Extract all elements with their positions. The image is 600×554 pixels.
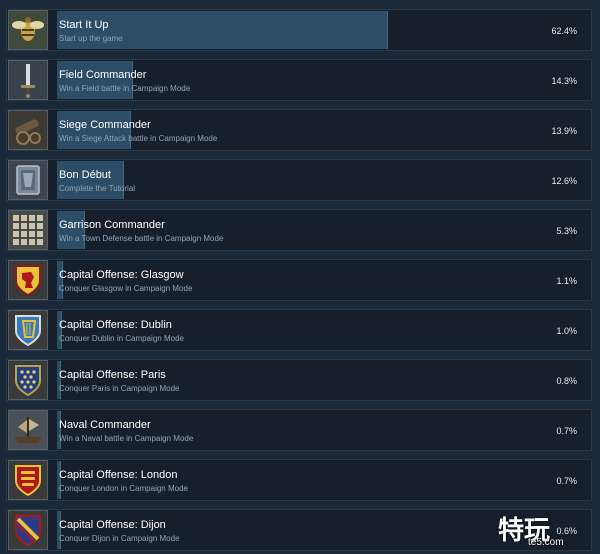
achievement-title: Start It Up — [59, 19, 109, 31]
achievement-description: Start up the game — [59, 34, 123, 43]
achievement-percent: 5.3% — [556, 226, 577, 236]
achievement-description: Conquer London in Campaign Mode — [59, 484, 188, 493]
achievement-description: Complete the Tutorial — [59, 184, 136, 193]
achievement-percent: 62.4% — [551, 26, 577, 36]
fortress-wall-icon — [8, 210, 48, 250]
achievement-row[interactable]: Field Commander Win a Field battle in Ca… — [6, 59, 592, 101]
achievement-title: Capital Offense: Dublin — [59, 319, 172, 331]
achievement-description: Win a Town Defense battle in Campaign Mo… — [59, 234, 224, 243]
achievement-row[interactable]: Capital Offense: Glasgow Conquer Glasgow… — [6, 259, 592, 301]
shield-icon — [8, 160, 48, 200]
achievement-title: Field Commander — [59, 69, 147, 81]
fleur-de-lis-crest-icon — [8, 360, 48, 400]
achievement-percent: 1.1% — [556, 276, 577, 286]
achievement-title: Siege Commander — [59, 119, 151, 131]
achievement-title: Capital Offense: Paris — [59, 369, 166, 381]
site-watermark: 特玩 te5.com — [498, 510, 594, 550]
achievement-row[interactable]: Capital Offense: London Conquer London i… — [6, 459, 592, 501]
achievement-description: Win a Naval battle in Campaign Mode — [59, 434, 194, 443]
burgundy-crest-icon — [8, 510, 48, 550]
achievement-title: Capital Offense: Glasgow — [59, 269, 184, 281]
bee-emblem-icon — [8, 10, 48, 50]
achievement-percent: 0.7% — [556, 476, 577, 486]
sword-icon — [8, 60, 48, 100]
achievement-percent: 14.3% — [551, 76, 577, 86]
ship-icon — [8, 410, 48, 450]
achievement-row[interactable]: Garrison Commander Win a Town Defense ba… — [6, 209, 592, 251]
lion-crest-icon — [8, 260, 48, 300]
achievement-row[interactable]: Capital Offense: Dublin Conquer Dublin i… — [6, 309, 592, 351]
achievement-percent: 13.9% — [551, 126, 577, 136]
achievement-description: Conquer Glasgow in Campaign Mode — [59, 284, 193, 293]
cannon-icon — [8, 110, 48, 150]
achievement-description: Win a Field battle in Campaign Mode — [59, 84, 191, 93]
achievement-row[interactable]: Capital Offense: Paris Conquer Paris in … — [6, 359, 592, 401]
watermark-domain: te5.com — [528, 537, 564, 548]
achievement-row[interactable]: Bon Début Complete the Tutorial 12.6% — [6, 159, 592, 201]
progress-track — [57, 11, 587, 49]
achievement-title: Bon Début — [59, 169, 111, 181]
achievement-row[interactable]: Start It Up Start up the game 62.4% — [6, 9, 592, 51]
achievement-title: Capital Offense: Dijon — [59, 519, 166, 531]
progress-track — [57, 161, 587, 199]
achievement-percent: 0.8% — [556, 376, 577, 386]
achievement-title: Naval Commander — [59, 419, 151, 431]
achievement-title: Capital Offense: London — [59, 469, 178, 481]
achievement-title: Garrison Commander — [59, 219, 165, 231]
harp-crest-icon — [8, 310, 48, 350]
achievement-percent: 0.7% — [556, 426, 577, 436]
achievement-description: Win a Siege Attack battle in Campaign Mo… — [59, 134, 218, 143]
achievement-row[interactable]: Siege Commander Win a Siege Attack battl… — [6, 109, 592, 151]
achievement-description: Conquer Dijon in Campaign Mode — [59, 534, 180, 543]
achievement-description: Conquer Paris in Campaign Mode — [59, 384, 180, 393]
achievement-row[interactable]: Naval Commander Win a Naval battle in Ca… — [6, 409, 592, 451]
achievement-percent: 12.6% — [551, 176, 577, 186]
achievement-percent: 1.0% — [556, 326, 577, 336]
three-lions-crest-icon — [8, 460, 48, 500]
achievement-description: Conquer Dublin in Campaign Mode — [59, 334, 184, 343]
